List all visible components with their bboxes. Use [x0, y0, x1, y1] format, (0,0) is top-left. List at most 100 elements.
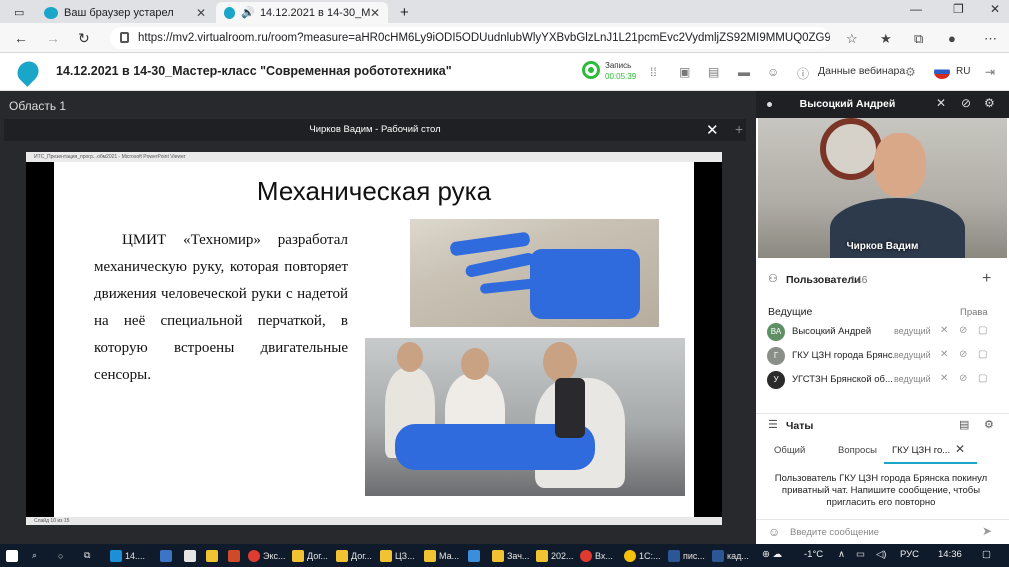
users-icon[interactable]: ☺: [767, 65, 779, 79]
camera-off-icon[interactable]: ⊘: [959, 373, 967, 384]
taskbar-app-opera[interactable]: Вх...: [580, 548, 613, 563]
app-logo-icon: [13, 57, 43, 87]
language-selector[interactable]: RU: [956, 66, 970, 77]
url-field[interactable]: https://mv2.virtualroom.ru/room?measure=…: [110, 27, 830, 49]
record-icon[interactable]: [582, 61, 600, 79]
mic-off-icon[interactable]: ✕: [940, 325, 948, 336]
tab-actions-icon[interactable]: ▭: [6, 2, 32, 23]
mic-off-icon[interactable]: ✕: [940, 349, 948, 360]
taskbar-app-opera[interactable]: Экс...: [248, 548, 286, 563]
close-chat-tab-icon[interactable]: ✕: [955, 442, 965, 456]
close-tab-icon[interactable]: ✕: [196, 6, 206, 20]
clock[interactable]: 14:36: [938, 549, 962, 560]
record-time: 00:05:39: [605, 72, 637, 81]
taskbar-app-folder[interactable]: Ма...: [424, 548, 459, 563]
tray-icons[interactable]: ⊕ ☁: [762, 549, 782, 560]
layout-icon[interactable]: ⁞⁞: [650, 65, 657, 79]
taskbar-app-folder[interactable]: Дог...: [292, 548, 328, 563]
favorite-add-icon[interactable]: ☆: [846, 31, 858, 47]
taskbar-app-word[interactable]: пис...: [668, 548, 705, 563]
keyboard-lang[interactable]: РУС: [900, 549, 919, 560]
chat-settings-icon[interactable]: ⚙: [984, 418, 994, 431]
exit-icon[interactable]: ⇥: [985, 65, 995, 79]
back-icon[interactable]: ←: [14, 30, 28, 46]
taskbar-app-mail[interactable]: [184, 548, 199, 563]
favorites-icon[interactable]: ★: [880, 31, 892, 47]
tab-webinar[interactable]: 🔊 14.12.2021 в 14-30_Мастер ✕: [216, 2, 388, 23]
camera-off-icon[interactable]: ⊘: [959, 349, 967, 360]
user-row[interactable]: Г ГКУ ЦЗН города Брянс... ведущий ✕ ⊘ ▢: [756, 345, 1009, 368]
menu-icon[interactable]: ⋯: [984, 31, 997, 47]
settings-icon[interactable]: ⚙: [905, 65, 916, 79]
tab-label: Ваш браузер устарел: [64, 6, 174, 19]
tab-outdated-browser[interactable]: Ваш браузер устарел ✕: [36, 2, 214, 23]
leaders-heading: Ведущие: [768, 306, 813, 318]
close-tab-icon[interactable]: ✕: [370, 6, 380, 20]
taskbar-app-folder[interactable]: Зач...: [492, 548, 529, 563]
close-window-icon[interactable]: ✕: [990, 2, 1000, 16]
screen-off-icon[interactable]: ▢: [978, 325, 987, 336]
profile-icon[interactable]: ●: [948, 31, 956, 46]
add-user-icon[interactable]: +: [982, 270, 991, 288]
collections-icon[interactable]: ⧉: [914, 31, 923, 47]
slide-body-text: ЦМИТ «Техномир» разработал механическую …: [94, 232, 348, 383]
screen-share-bar: Чирков Вадим - Рабочий стол ✕ +: [4, 119, 746, 141]
maximize-icon[interactable]: ❐: [953, 2, 964, 16]
folder-icon[interactable]: ▬: [738, 65, 750, 79]
taskbar-app-explorer[interactable]: [206, 548, 221, 563]
taskbar-app-folder[interactable]: 202...: [536, 548, 574, 563]
sound-icon[interactable]: 🔊: [241, 6, 255, 19]
taskbar-app-folder[interactable]: Дог...: [336, 548, 372, 563]
volume-icon[interactable]: ◁): [876, 549, 886, 560]
document-icon[interactable]: ▤: [708, 65, 719, 79]
user-row[interactable]: У УГСТЗН Брянской об... ведущий ✕ ⊘ ▢: [756, 369, 1009, 392]
screen-off-icon[interactable]: ▢: [978, 373, 987, 384]
emoji-icon[interactable]: ☺: [768, 525, 780, 539]
russian-flag-icon[interactable]: [934, 65, 950, 79]
camera-off-icon[interactable]: ⊘: [961, 96, 971, 110]
user-name: УГСТЗН Брянской об...: [792, 374, 893, 385]
camera-off-icon[interactable]: ⊘: [959, 325, 967, 336]
mic-off-icon[interactable]: ✕: [936, 96, 946, 110]
shared-screen: ИТС_Презентация_прогр...обм2021 - Micros…: [26, 152, 722, 525]
webinar-data-button[interactable]: Данные вебинара: [818, 65, 905, 77]
taskbar-app-1c[interactable]: 1С:...: [624, 548, 661, 563]
taskbar-app-store[interactable]: [160, 548, 175, 563]
reload-icon[interactable]: ↻: [78, 30, 90, 47]
send-icon[interactable]: ➤: [982, 524, 992, 538]
info-icon[interactable]: ⓘ: [797, 65, 809, 82]
search-icon[interactable]: ⌕: [32, 548, 37, 563]
settings-icon[interactable]: ⚙: [984, 96, 995, 110]
screen-share-icon[interactable]: ▣: [679, 65, 690, 79]
forward-icon[interactable]: →: [46, 30, 60, 46]
mic-off-icon[interactable]: ✕: [940, 373, 948, 384]
robot-hand-photo: [410, 219, 659, 327]
minimize-icon[interactable]: —: [910, 2, 922, 16]
webinar-title: 14.12.2021 в 14-30_Мастер-класс "Совреме…: [56, 64, 452, 78]
tray-arrow-icon[interactable]: ∧: [838, 549, 845, 560]
network-icon[interactable]: ▭: [856, 549, 865, 560]
user-row[interactable]: ВА Высоцкий Андрей ведущий ✕ ⊘ ▢: [756, 321, 1009, 344]
task-view-icon[interactable]: ⧉: [84, 548, 90, 563]
tab-questions[interactable]: Вопросы: [838, 445, 877, 456]
chat-system-message: Пользователь ГКУ ЦЗН города Брянска поки…: [774, 473, 988, 508]
main-area: Область 1 Чирков Вадим - Рабочий стол ✕ …: [0, 91, 756, 544]
start-icon[interactable]: [6, 548, 21, 563]
taskbar-app-misc[interactable]: [468, 548, 483, 563]
powerpoint-status-bar: Слайд 10 из 15: [26, 517, 722, 525]
taskbar-app-folder[interactable]: ЦЗ...: [380, 548, 415, 563]
close-share-icon[interactable]: ✕: [706, 121, 719, 139]
chat-input[interactable]: Введите сообщение: [790, 527, 879, 538]
tab-private-chat[interactable]: ГКУ ЦЗН го...: [892, 445, 950, 456]
new-tab-button[interactable]: +: [392, 2, 412, 23]
taskbar-app-edge[interactable]: 14....: [110, 548, 145, 563]
tab-general[interactable]: Общий: [774, 445, 805, 456]
notifications-icon[interactable]: ▢: [982, 549, 991, 560]
notes-icon[interactable]: ▤: [959, 418, 969, 431]
add-icon[interactable]: +: [735, 121, 743, 137]
weather-temp[interactable]: -1°C: [804, 549, 823, 560]
cortana-icon[interactable]: ○: [58, 548, 63, 563]
taskbar-app-word[interactable]: кад...: [712, 548, 749, 563]
taskbar-app-misc[interactable]: [228, 548, 243, 563]
screen-off-icon[interactable]: ▢: [978, 349, 987, 360]
